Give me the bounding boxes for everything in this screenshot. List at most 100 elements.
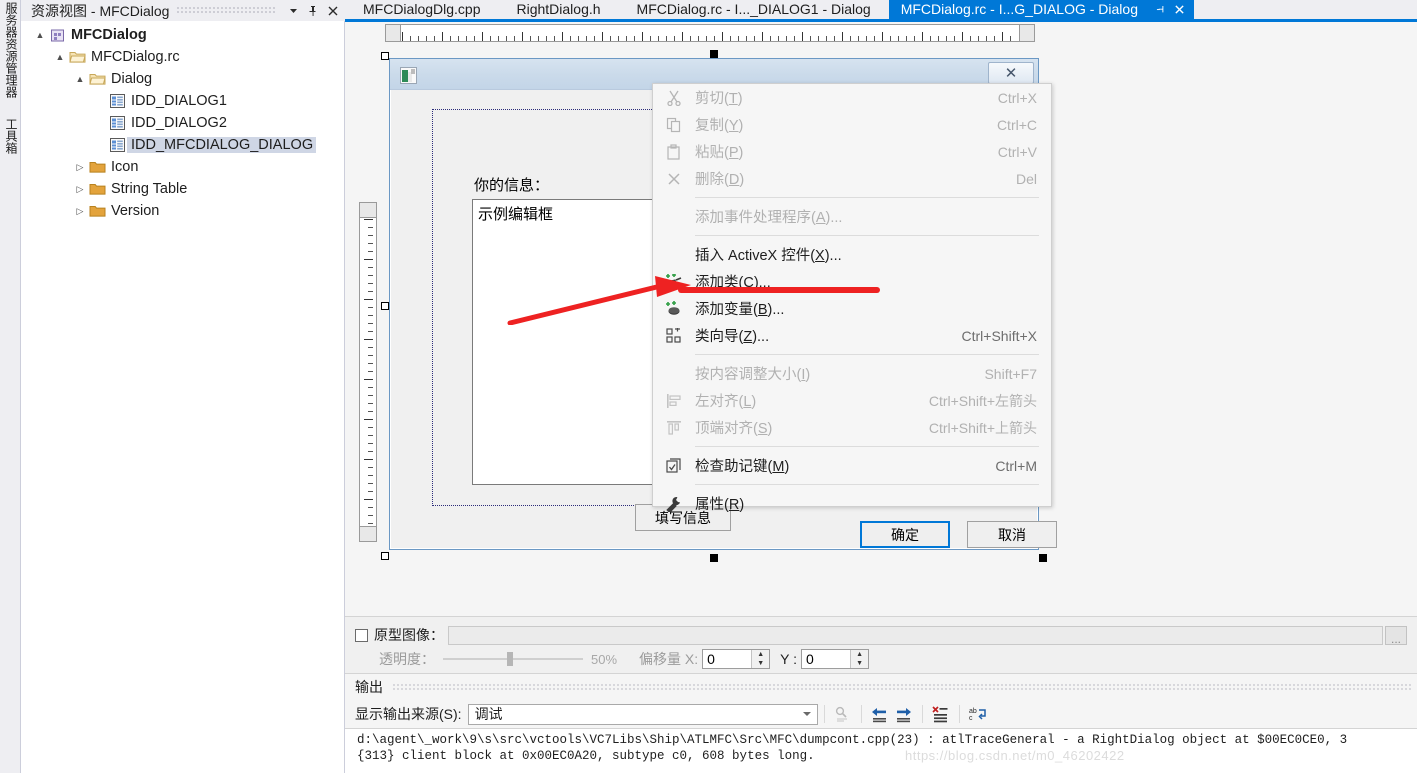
selection-handle-bottom-center[interactable] [710, 554, 718, 562]
find-message-icon[interactable] [831, 703, 855, 725]
opacity-slider-track [443, 658, 583, 660]
offset-x-stepper[interactable]: ▲▼ [702, 649, 771, 669]
output-pane-toolbar: 显示输出来源(S): 调试 ab c [345, 700, 1417, 728]
prototype-image-browse-button[interactable]: ... [1385, 625, 1407, 645]
ruler-h-start-cap [385, 24, 401, 42]
expand-collapse-icon-expanded[interactable]: ▲ [53, 46, 67, 68]
expand-collapse-icon-collapsed[interactable]: ▷ [73, 156, 87, 178]
context-menu-item-label: 粘贴(P) [695, 145, 744, 161]
context-menu-item-0: 剪切(T) Ctrl+X [653, 84, 1051, 111]
context-menu-item-11: 顶端对齐(S) Ctrl+Shift+上箭头 [653, 414, 1051, 441]
go-to-previous-message-icon[interactable] [868, 703, 892, 725]
editor-tab-1[interactable]: RightDialog.h [498, 0, 619, 19]
tree-item-string-table[interactable]: ▷ String Table [21, 178, 345, 200]
offset-y-label: Y : [780, 651, 798, 667]
editor-tab-label: MFCDialogDlg.cpp [363, 1, 481, 17]
mfc-dialog-close-button[interactable]: ✕ [988, 62, 1034, 84]
add-variable-icon [653, 295, 695, 322]
expand-collapse-icon-collapsed[interactable]: ▷ [73, 200, 87, 222]
editor-tab-label: MFCDialog.rc - I...G_DIALOG - Dialog [900, 1, 1138, 17]
chevron-down-icon[interactable] [283, 1, 303, 20]
selection-handle-bottom-left[interactable] [381, 552, 389, 560]
toggle-word-wrap-icon[interactable]: ab c [966, 703, 990, 725]
output-pane-drag-grip[interactable] [393, 683, 1411, 691]
context-menu-item-label: 按内容调整大小(I) [695, 367, 811, 383]
context-menu-item-12[interactable]: 检查助记键(M) Ctrl+M [653, 452, 1051, 479]
tree-item-idd-dialog1[interactable]: IDD_DIALOG1 [21, 90, 345, 112]
context-menu-item-shortcut: Ctrl+Shift+上箭头 [928, 419, 1037, 436]
go-to-next-message-icon[interactable] [892, 703, 916, 725]
expand-collapse-icon-expanded[interactable]: ▲ [73, 68, 87, 90]
context-menu-separator [695, 446, 1039, 447]
ruler-h-end-cap [1019, 24, 1035, 42]
resource-view-title-name: MFCDialog [99, 2, 170, 19]
svg-text:ab: ab [969, 708, 977, 715]
close-icon[interactable] [1170, 0, 1188, 19]
offset-x-spin-arrows[interactable]: ▲ ▼ [751, 650, 770, 668]
close-icon[interactable] [323, 1, 343, 20]
tree-item-icon[interactable]: ▷ Icon [21, 156, 345, 178]
tree-item-mfcdialog-rc[interactable]: ▲ MFCDialog.rc [21, 46, 345, 68]
clear-all-icon[interactable] [929, 703, 953, 725]
folder-icon [87, 178, 107, 200]
context-menu-separator [695, 197, 1039, 198]
chevron-down-icon[interactable] [802, 711, 811, 716]
context-menu-separator [695, 235, 1039, 236]
expand-collapse-icon-expanded[interactable]: ▲ [33, 24, 47, 46]
context-menu-item-8[interactable]: 类向导(Z)... Ctrl+Shift+X [653, 322, 1051, 349]
context-menu-item-7[interactable]: 添加变量(B)... [653, 295, 1051, 322]
selection-handle-middle-left[interactable] [381, 302, 389, 310]
offset-y-stepper[interactable]: ▲▼ [801, 649, 870, 669]
tree-item-version[interactable]: ▷ Version [21, 200, 345, 222]
output-text[interactable]: d:\agent\_work\9\s\src\vctools\VC7Libs\S… [345, 728, 1417, 773]
prototype-image-checkbox[interactable] [355, 628, 368, 642]
editor-tab-0[interactable]: MFCDialogDlg.cpp [345, 0, 499, 19]
selection-handle-top-center[interactable] [710, 50, 718, 58]
tree-item-label: IDD_MFCDIALOG_DIALOG [127, 137, 317, 153]
context-menu-item-shortcut: Ctrl+V [997, 143, 1037, 160]
output-line: {313} client block at 0x00EC0A20, subtyp… [357, 749, 815, 763]
cancel-button[interactable]: 取消 [967, 521, 1057, 548]
editor-tab-3[interactable]: MFCDialog.rc - I...G_DIALOG - Dialog [888, 0, 1194, 19]
selection-handle-bottom-right[interactable] [1039, 554, 1047, 562]
dock-tab-toolbox[interactable]: 工具箱 [1, 118, 20, 154]
toolbar-separator [823, 705, 825, 723]
tree-item-idd-dialog2[interactable]: IDD_DIALOG2 [21, 112, 345, 134]
ok-button[interactable]: 确定 [860, 521, 950, 548]
prototype-image-path-input[interactable] [448, 625, 1383, 645]
context-menu-item-shortcut: Ctrl+Shift+左箭头 [928, 392, 1037, 409]
menu-item-icon-placeholder [653, 360, 695, 387]
tree-item-mfcdialog[interactable]: ▲ MFCDialog [21, 24, 345, 46]
vertical-ruler [359, 202, 377, 542]
dock-tab-server-explorer[interactable]: 服务器资源管理器 [1, 2, 20, 98]
align-left-icon [653, 387, 695, 414]
pin-icon[interactable] [1152, 0, 1170, 19]
opacity-slider-thumb[interactable] [507, 652, 513, 666]
dialog-resource-icon [107, 90, 127, 112]
context-menu-item-13[interactable]: 属性(R) [653, 490, 1051, 517]
editor-tab-label: MFCDialog.rc - I..._DIALOG1 - Dialog [636, 1, 871, 17]
designer-context-menu[interactable]: 剪切(T) Ctrl+X 复制(Y) Ctrl+C 粘贴(P) Ctrl+V 删除(D) De… [652, 83, 1052, 513]
output-source-select[interactable]: 调试 [467, 703, 818, 725]
editor-tab-2[interactable]: MFCDialog.rc - I..._DIALOG1 - Dialog [618, 0, 889, 19]
opacity-label: 透明度： [379, 651, 435, 667]
pin-icon[interactable] [303, 1, 323, 20]
project-icon [47, 24, 67, 46]
selection-handle-top-left[interactable] [381, 52, 389, 60]
output-pane-header: 输出 [345, 674, 1417, 700]
resource-view-panel: 资源视图 - MFCDialog ▲ MFCDialog ▲ MFCDialog.rc… [21, 0, 345, 773]
context-menu-item-5[interactable]: 插入 ActiveX 控件(X)... [653, 241, 1051, 268]
offset-y-spin-arrows[interactable]: ▲ ▼ [850, 650, 869, 668]
tree-item-dialog[interactable]: ▲ Dialog [21, 68, 345, 90]
panel-drag-grip[interactable] [177, 7, 275, 14]
tree-item-idd-mfcdialog-dialog[interactable]: IDD_MFCDIALOG_DIALOG [21, 134, 345, 156]
copy-icon [653, 111, 695, 138]
opacity-slider[interactable] [443, 651, 583, 667]
context-menu-item-label: 删除(D) [695, 172, 745, 188]
editor-tab-strip: MFCDialogDlg.cpp RightDialog.h MFCDialog.r… [345, 0, 1417, 19]
expand-collapse-icon-collapsed[interactable]: ▷ [73, 178, 87, 200]
context-menu-item-6[interactable]: 添加类(C)... [653, 268, 1051, 295]
dialog-resource-icon [107, 134, 127, 156]
